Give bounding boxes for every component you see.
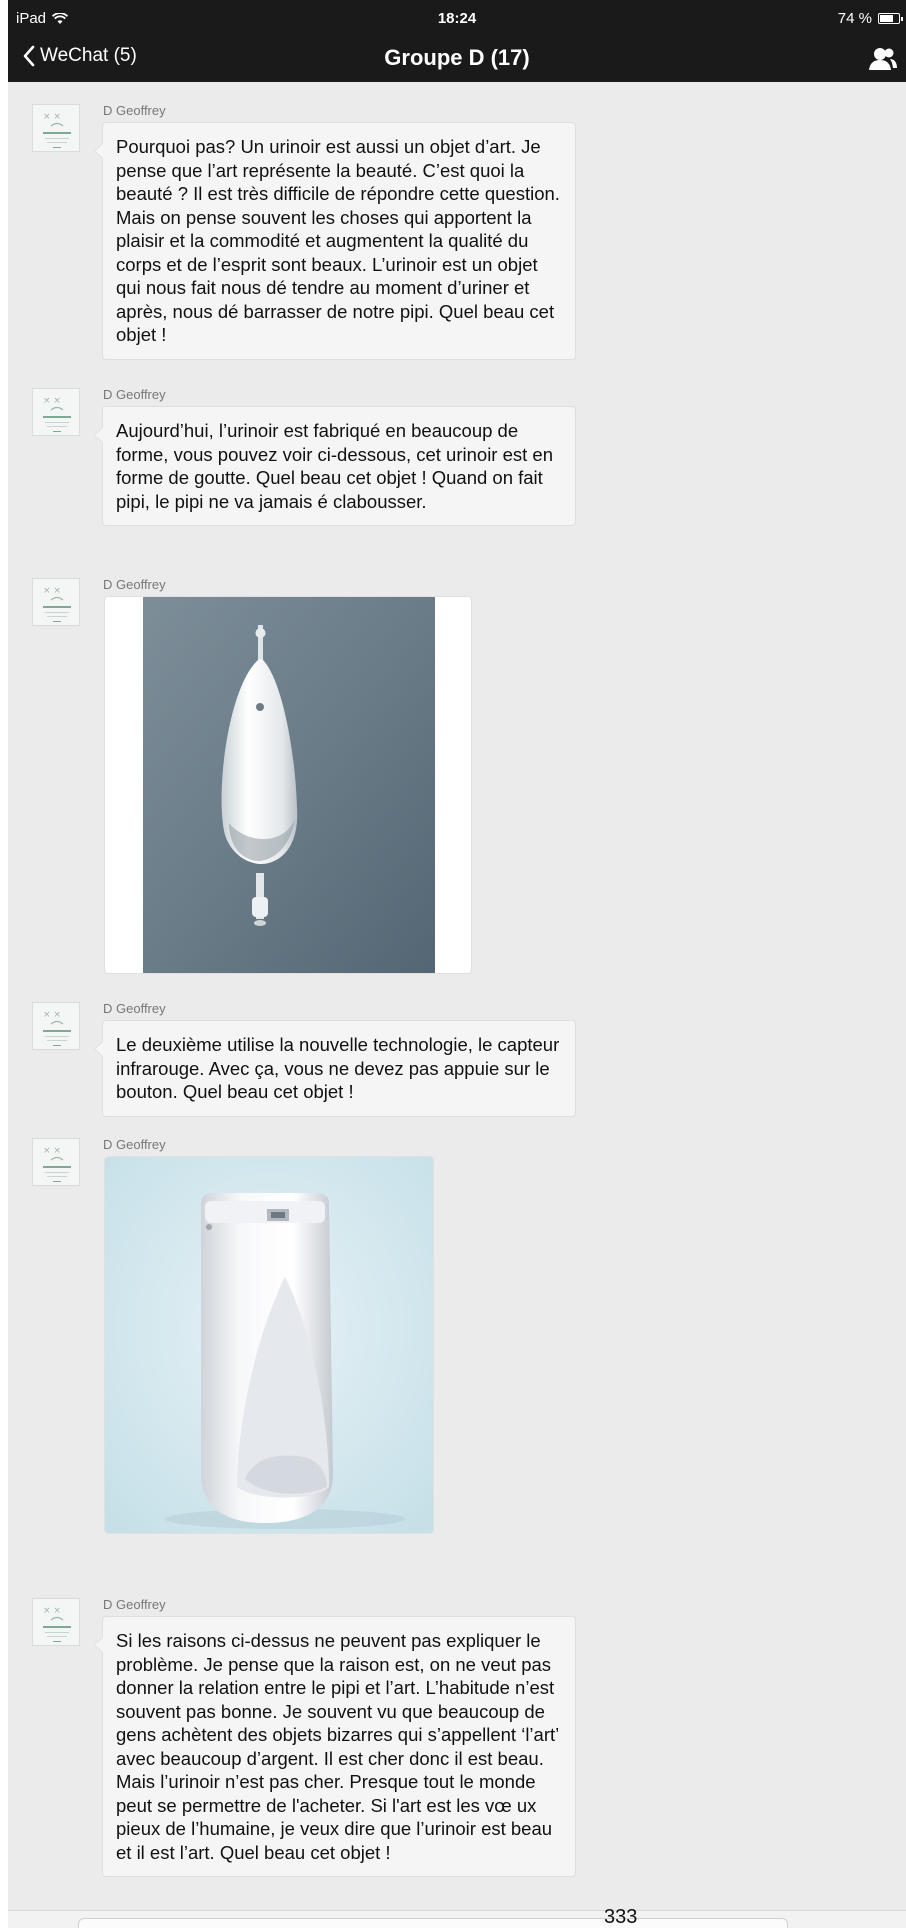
message-row: × × D Geoffrey xyxy=(8,1116,906,1534)
status-bar: iPad 18:24 74 % xyxy=(8,0,906,36)
image-message-bubble[interactable] xyxy=(104,1156,434,1534)
svg-text:× ×: × × xyxy=(43,1146,61,1156)
svg-text:× ×: × × xyxy=(43,1606,61,1616)
message-row: × × D Geoffrey Aujourd’hui, l’urinoir es… xyxy=(8,366,906,546)
svg-text:× ×: × × xyxy=(43,112,61,122)
wall-mounted-urinal-photo xyxy=(105,597,471,973)
image-message-bubble[interactable] xyxy=(104,596,472,974)
sender-name: D Geoffrey xyxy=(103,387,166,402)
text-message-bubble[interactable]: Le deuxième utilise la nouvelle technolo… xyxy=(94,1020,576,1117)
message-row: × × D Geoffrey xyxy=(8,556,906,974)
page-number: 333 xyxy=(604,1906,638,1928)
sender-name: D Geoffrey xyxy=(103,1597,166,1612)
nav-bar: WeChat (5) Groupe D (17) xyxy=(8,36,906,82)
sad-face-avatar-icon: × × xyxy=(43,1606,71,1642)
avatar[interactable]: × × xyxy=(32,1138,80,1186)
avatar[interactable]: × × xyxy=(32,388,80,436)
sender-name: D Geoffrey xyxy=(103,577,166,592)
chevron-left-icon xyxy=(23,45,35,67)
message-row: × × D Geoffrey Si les raisons ci-dessus … xyxy=(8,1576,906,1896)
battery-icon xyxy=(878,13,903,24)
back-button[interactable]: WeChat (5) xyxy=(22,45,137,67)
back-label: WeChat (5) xyxy=(40,45,137,66)
avatar[interactable]: × × xyxy=(32,1002,80,1050)
sad-face-avatar-icon: × × xyxy=(43,396,71,432)
text-message-bubble[interactable]: Aujourd’hui, l’urinoir est fabriqué en b… xyxy=(94,406,576,526)
sender-name: D Geoffrey xyxy=(103,1137,166,1152)
sad-face-avatar-icon: × × xyxy=(43,1146,71,1182)
sad-face-avatar-icon: × × xyxy=(43,586,71,622)
svg-text:× ×: × × xyxy=(43,1010,61,1020)
avatar[interactable]: × × xyxy=(32,578,80,626)
text-message-bubble[interactable]: Si les raisons ci-dessus ne peuvent pas … xyxy=(94,1616,576,1877)
wechat-screen: iPad 18:24 74 % WeChat (5) Groupe D (17) xyxy=(8,0,906,1928)
sender-name: D Geoffrey xyxy=(103,1001,166,1016)
sender-name: D Geoffrey xyxy=(103,103,166,118)
floor-standing-sensor-urinal-photo xyxy=(105,1157,433,1533)
battery-fill xyxy=(880,15,893,22)
svg-text:× ×: × × xyxy=(43,586,61,596)
svg-text:× ×: × × xyxy=(43,396,61,406)
message-input[interactable] xyxy=(78,1918,788,1928)
sad-face-avatar-icon: × × xyxy=(43,112,71,148)
group-members-button[interactable] xyxy=(868,44,898,74)
battery-percentage: 74 % xyxy=(837,10,872,27)
sad-face-avatar-icon: × × xyxy=(43,1010,71,1046)
text-message-bubble[interactable]: Pourquoi pas? Un urinoir est aussi un ob… xyxy=(94,122,576,360)
clock: 18:24 xyxy=(437,10,477,27)
avatar[interactable]: × × xyxy=(32,104,80,152)
person-icon xyxy=(869,48,897,70)
chat-title: Groupe D (17) xyxy=(384,45,530,70)
message-row: × × D Geoffrey Pourquoi pas? Un urinoir … xyxy=(8,82,906,362)
message-row: × × D Geoffrey Le deuxième utilise la no… xyxy=(8,980,906,1117)
avatar[interactable]: × × xyxy=(32,1598,80,1646)
